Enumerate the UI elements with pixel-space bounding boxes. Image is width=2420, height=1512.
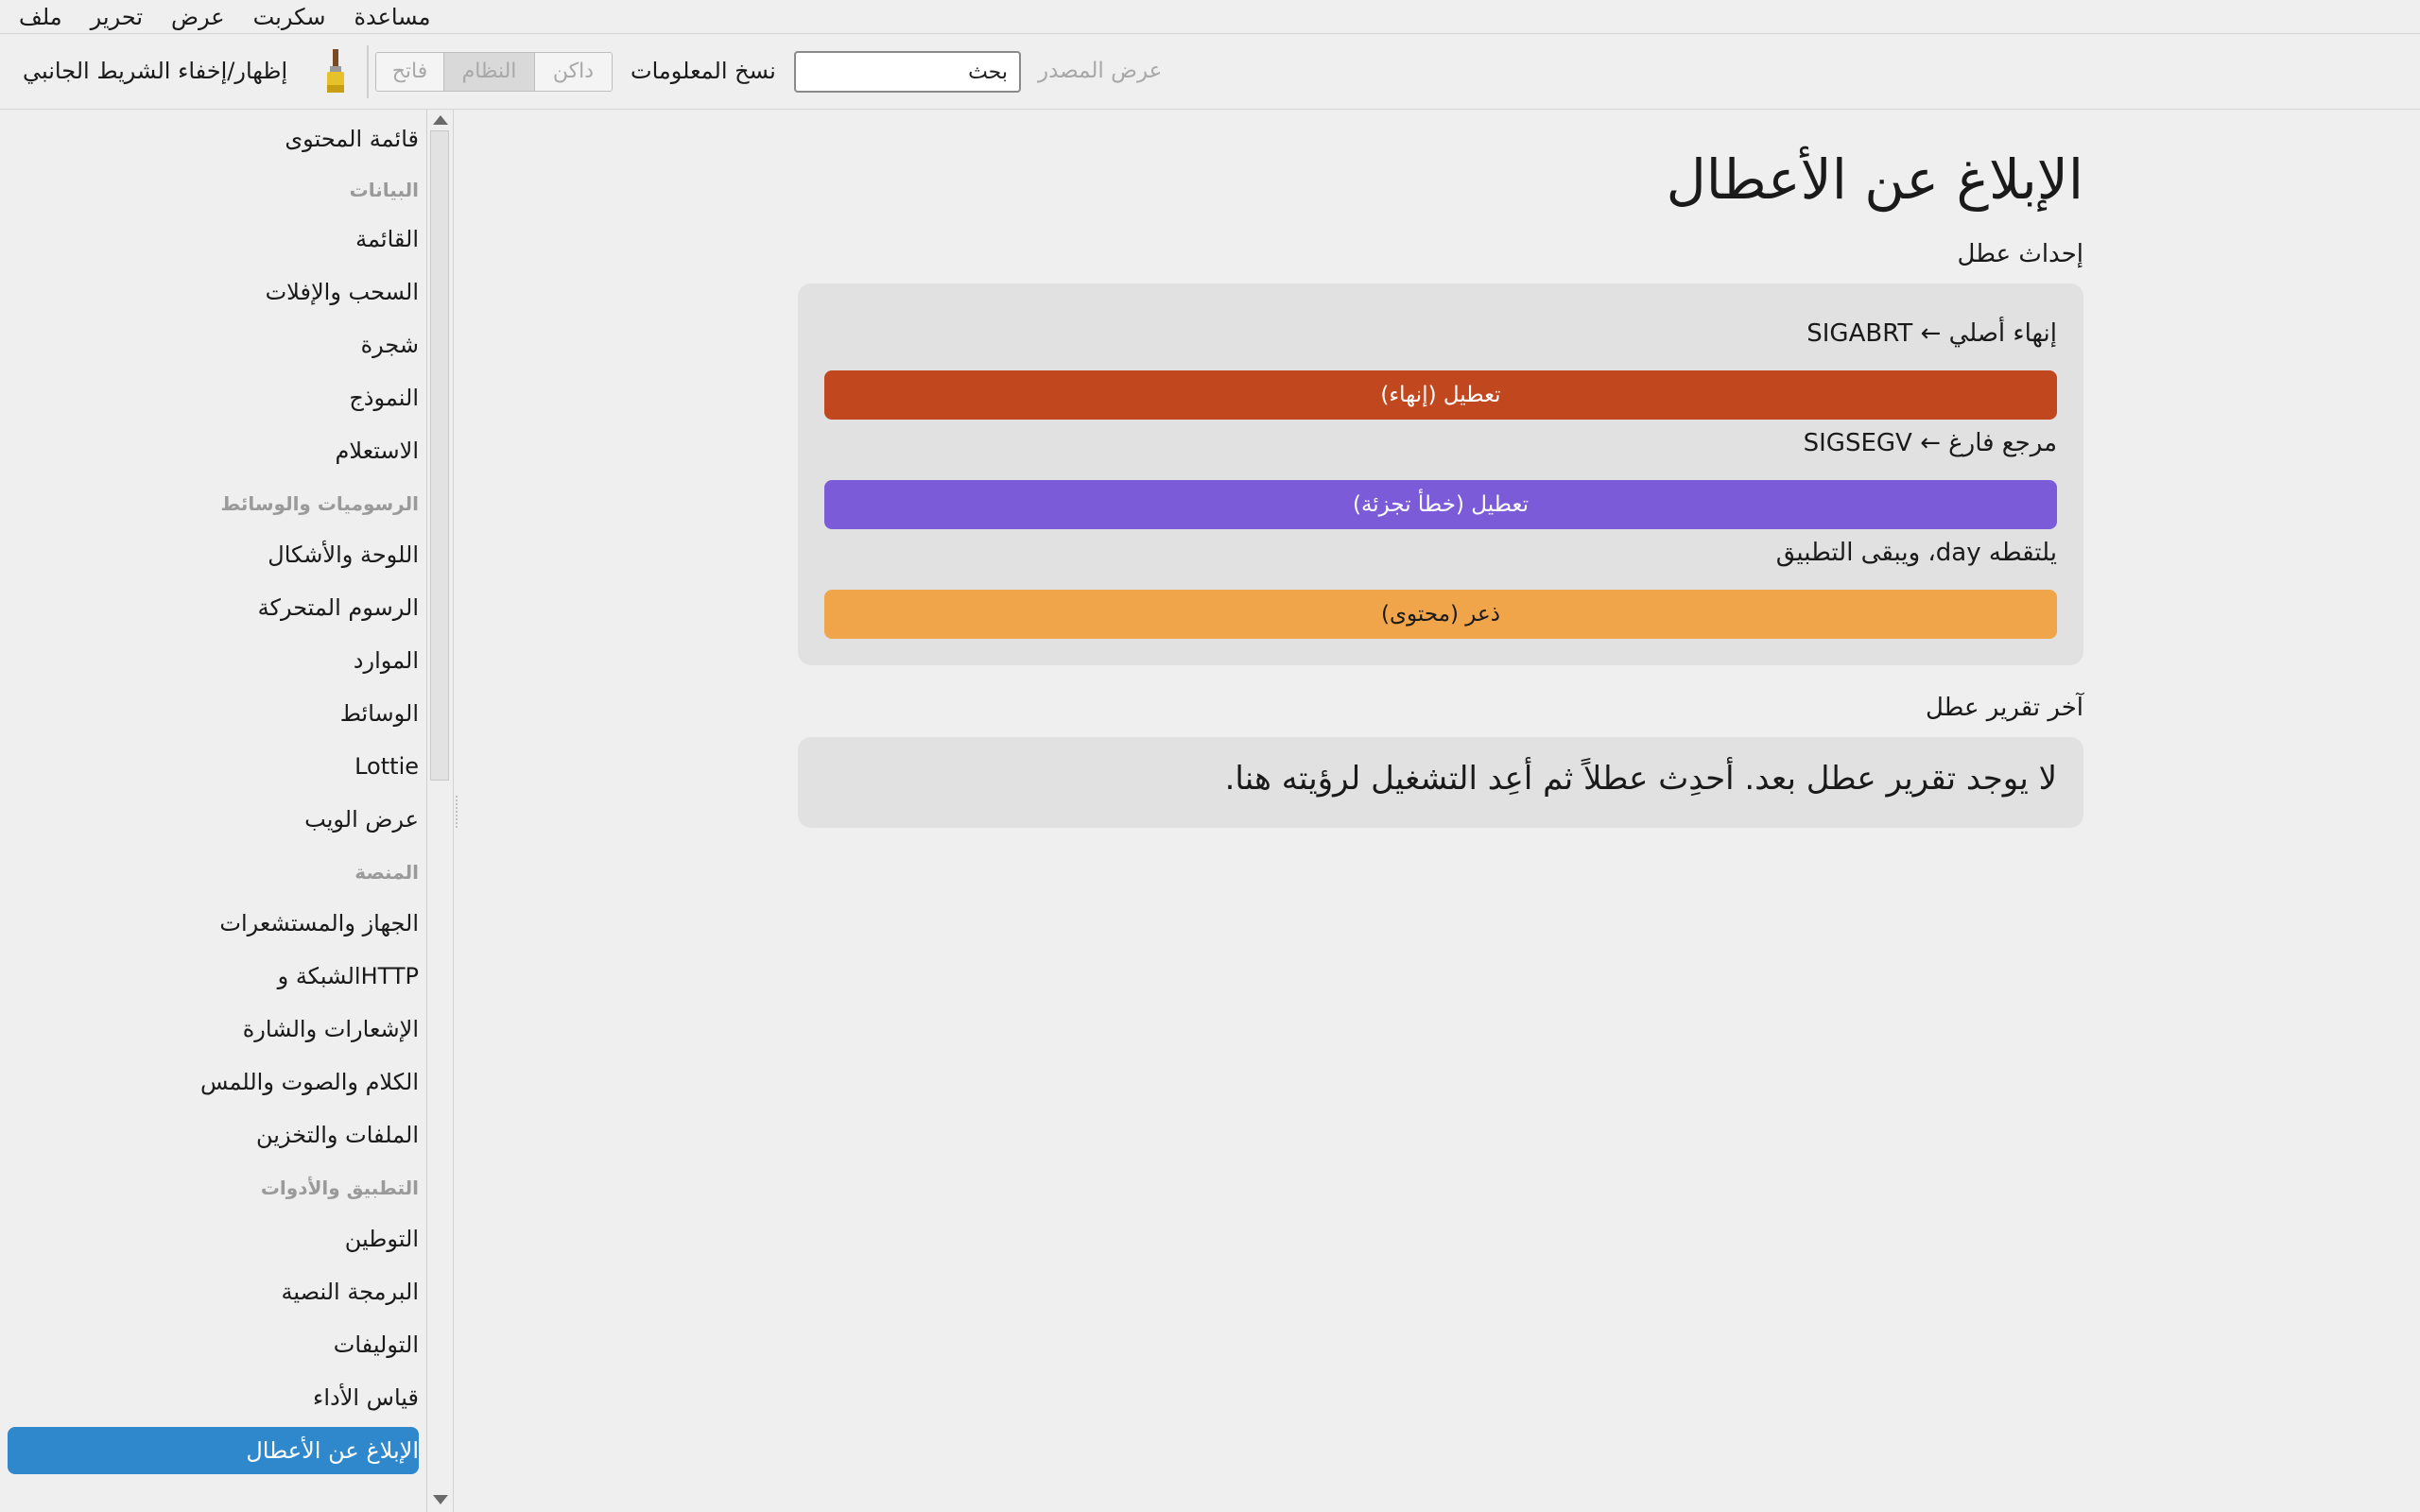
sidebar-item-webview[interactable]: عرض الويب: [8, 796, 419, 843]
toolbar: إظهار/إخفاء الشريط الجانبي فاتح النظام د…: [0, 34, 2420, 110]
sidebar: قائمة المحتوى البيانات القائمة السحب وال…: [0, 110, 427, 1512]
sidebar-item-label: الاستعلام: [335, 438, 419, 464]
sidebar-item-drag-drop[interactable]: السحب والإفلات: [8, 268, 419, 316]
sidebar-item-query[interactable]: الاستعلام: [8, 427, 419, 474]
sidebar-item-crash-reporting[interactable]: الإبلاغ عن الأعطال: [8, 1427, 419, 1474]
sidebar-item-canvas-shapes[interactable]: اللوحة والأشكال: [8, 531, 419, 578]
sidebar-item-scripting[interactable]: البرمجة النصية: [8, 1268, 419, 1315]
last-report-heading: آخر تقرير عطل: [1925, 694, 2083, 722]
sidebar-item-lottie[interactable]: Lottie: [8, 743, 419, 790]
sidebar-header-label: الرسوميات والوسائط: [220, 492, 419, 515]
crash-segfault-button[interactable]: تعطيل (خطأ تجزئة): [824, 480, 2057, 529]
theme-system-button[interactable]: النظام: [444, 53, 535, 91]
sidebar-item-form[interactable]: النموذج: [8, 374, 419, 421]
sidebar-item-label: HTTPالشبكة و: [277, 963, 419, 989]
sidebar-item-label: قائمة المحتوى: [285, 126, 419, 152]
sidebar-item-media[interactable]: الوسائط: [8, 690, 419, 737]
sidebar-item-resources[interactable]: الموارد: [8, 637, 419, 684]
theme-selector: فاتح النظام داكن: [375, 52, 613, 92]
paintbrush-icon[interactable]: [321, 47, 350, 94]
scroll-down-icon[interactable]: [433, 1495, 448, 1504]
sidebar-item-label: الكلام والصوت واللمس: [199, 1069, 419, 1095]
sidebar-item-files-storage[interactable]: الملفات والتخزين: [8, 1111, 419, 1159]
sidebar-item-label: السحب والإفلات: [265, 279, 419, 305]
sidebar-item-label: اللوحة والأشكال: [268, 541, 419, 568]
toggle-sidebar-button[interactable]: إظهار/إخفاء الشريط الجانبي: [23, 58, 287, 84]
sidebar-item-label: الجهاز والمستشعرات: [219, 910, 419, 936]
sidebar-header-label: البيانات: [349, 179, 419, 201]
sidebar-item-label: البرمجة النصية: [281, 1279, 419, 1305]
sidebar-item-label: Lottie: [354, 753, 419, 780]
page-title: الإبلاغ عن الأعطال: [1666, 147, 2083, 212]
sidebar-item-localization[interactable]: التوطين: [8, 1215, 419, 1263]
menu-edit[interactable]: تحرير: [91, 4, 143, 30]
menu-help[interactable]: مساعدة: [354, 4, 430, 30]
sidebar-item-list[interactable]: القائمة: [8, 215, 419, 263]
sidebar-item-label: عرض الويب: [304, 806, 419, 833]
crash-triggers-panel: إنهاء أصلي ← SIGABRT تعطيل (إنهاء) مرجع …: [798, 284, 2083, 665]
menu-file[interactable]: ملف: [19, 4, 62, 30]
sidebar-item-label: الموارد: [353, 647, 419, 674]
scrollbar-thumb[interactable]: [430, 130, 449, 781]
sidebar-header-platform: المنصة: [8, 849, 419, 896]
sigabrt-label: إنهاء أصلي ← SIGABRT: [1806, 319, 2057, 348]
scroll-up-icon[interactable]: [433, 115, 448, 125]
sidebar-item-label: الرسوم المتحركة: [257, 594, 419, 621]
sidebar-item-label: التوليفات: [333, 1332, 419, 1358]
theme-light-button[interactable]: فاتح: [376, 53, 444, 91]
sidebar-item-network-http[interactable]: HTTPالشبكة و: [8, 953, 419, 1000]
sidebar-item-label: الإبلاغ عن الأعطال: [246, 1437, 419, 1464]
sidebar-item-device-sensors[interactable]: الجهاز والمستشعرات: [8, 900, 419, 947]
toolbar-separator: [367, 45, 369, 98]
menu-view[interactable]: عرض: [171, 4, 225, 30]
sidebar-header-app-tools: التطبيق والأدوات: [8, 1164, 419, 1211]
copy-info-button[interactable]: نسخ المعلومات: [631, 58, 776, 84]
sidebar-header-label: المنصة: [354, 861, 419, 884]
sidebar-item-label: الملفات والتخزين: [256, 1122, 419, 1148]
sidebar-item-label: شجرة: [360, 332, 419, 358]
sidebar-item-label: التوطين: [344, 1226, 419, 1252]
menu-script[interactable]: سكربت: [253, 4, 326, 30]
last-report-panel: لا يوجد تقرير عطل بعد. أحدِث عطلاً ثم أع…: [798, 737, 2083, 828]
trigger-crash-heading: إحداث عطل: [1957, 240, 2083, 268]
menu-bar: ملف تحرير عرض سكربت مساعدة: [0, 0, 2420, 34]
sidebar-item-label: النموذج: [349, 385, 419, 411]
theme-dark-button[interactable]: داكن: [535, 53, 612, 91]
sidebar-item-label: الوسائط: [339, 700, 419, 727]
sidebar-scrollbar[interactable]: [427, 110, 454, 1512]
sidebar-item-speech-audio-haptics[interactable]: الكلام والصوت واللمس: [8, 1058, 419, 1106]
sidebar-header-label: التطبيق والأدوات: [260, 1177, 419, 1199]
panic-contained-button[interactable]: ذعر (محتوى): [824, 590, 2057, 639]
sidebar-header-graphics-media: الرسوميات والوسائط: [8, 480, 419, 527]
sidebar-item-label: القائمة: [355, 226, 419, 252]
report-status-text: لا يوجد تقرير عطل بعد. أحدِث عطلاً ثم أع…: [1224, 760, 2057, 798]
sidebar-header-data: البيانات: [8, 166, 419, 214]
sidebar-item-animations[interactable]: الرسوم المتحركة: [8, 584, 419, 631]
crash-abort-button[interactable]: تعطيل (إنهاء): [824, 370, 2057, 420]
sidebar-item-tree[interactable]: شجرة: [8, 321, 419, 369]
sidebar-item-notifications-badge[interactable]: الإشعارات والشارة: [8, 1005, 419, 1053]
sidebar-item-combinations[interactable]: التوليفات: [8, 1321, 419, 1368]
search-input[interactable]: [794, 51, 1021, 93]
sidebar-item-benchmarks[interactable]: قياس الأداء: [8, 1374, 419, 1421]
sidebar-item-label: الإشعارات والشارة: [242, 1016, 419, 1042]
sidebar-item-table-of-contents[interactable]: قائمة المحتوى: [8, 115, 419, 163]
sidebar-item-label: قياس الأداء: [313, 1384, 419, 1411]
sigsegv-label: مرجع فارغ ← SIGSEGV: [1803, 429, 2057, 457]
caught-panic-label: يلتقطه day، ويبقى التطبيق: [1775, 539, 2057, 567]
pane-splitter-handle[interactable]: [456, 796, 459, 828]
view-source-button[interactable]: عرض المصدر: [1038, 59, 1162, 83]
